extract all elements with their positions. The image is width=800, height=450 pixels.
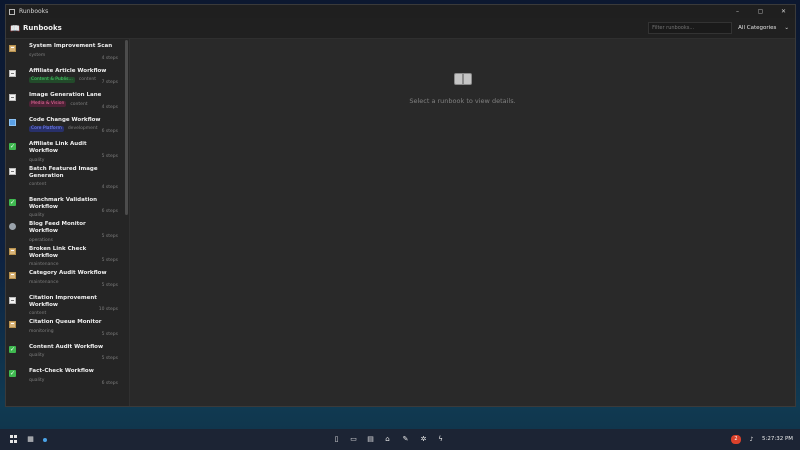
title-bar[interactable]: Runbooks – ▢ ✕ (6, 5, 795, 18)
graduation-cap-icon[interactable]: ⌂ (383, 435, 392, 444)
runbook-steps: 5 steps (101, 356, 118, 361)
notification-badge[interactable]: 2 (731, 435, 741, 444)
checkmark-icon: ✓ (9, 143, 16, 150)
clipboard-icon (9, 45, 16, 52)
runbook-tag: Core Platform (29, 125, 64, 132)
app-header: 📖 Runbooks All Categories ⌄ (6, 18, 795, 39)
runbook-item[interactable]: Affiliate Article Workflow Content & Publ… (6, 64, 129, 89)
runbook-category: content (78, 77, 96, 82)
pencil-icon[interactable]: ✎ (401, 435, 410, 444)
runbook-category: monitoring (29, 328, 54, 334)
runbook-title: Image Generation Lane (29, 92, 102, 98)
runbook-item[interactable]: ✓ Fact-Check Workflow quality 6 steps (6, 364, 129, 389)
runbook-category: content (29, 182, 47, 187)
checkmark-icon: ✓ (9, 198, 16, 206)
memo-icon (9, 69, 16, 77)
file-icon[interactable]: ▤ (366, 435, 375, 444)
runbook-category: maintenance (29, 279, 59, 285)
clipboard-icon (9, 272, 16, 279)
gear-icon[interactable]: ✲ (419, 435, 428, 444)
runbook-title: Content Audit Workflow (29, 343, 104, 350)
filter-input[interactable] (648, 22, 733, 34)
runbook-item[interactable]: Blog Feed Monitor Workflow operations 5 st… (6, 217, 129, 243)
runbook-category: system (29, 52, 46, 58)
close-button[interactable]: ✕ (772, 8, 795, 15)
minimize-button[interactable]: – (726, 8, 749, 15)
runbook-item[interactable]: Citation Queue Monitor monitoring 5 steps (6, 315, 129, 340)
runbook-steps: 7 steps (101, 80, 118, 85)
runbook-steps: 5 steps (101, 282, 118, 288)
detail-pane: Select a runbook to view details. (130, 39, 795, 406)
runbook-title: Category Audit Workflow (29, 270, 107, 276)
runbooks-window: Runbooks – ▢ ✕ 📖 Runbooks All Categories… (5, 4, 796, 407)
window-title: Runbooks (19, 8, 49, 15)
runbook-steps: 5 steps (101, 331, 118, 337)
empty-state-text: Select a runbook to view details. (409, 97, 516, 105)
runbook-tag: Media & Vision (29, 101, 67, 107)
runbook-category: content (70, 101, 88, 107)
lightning-icon[interactable]: ϟ (436, 435, 445, 444)
gear-icon (9, 223, 16, 230)
open-book-icon (453, 73, 472, 87)
runbook-steps: 10 steps (98, 307, 118, 312)
runbook-title: Fact-Check Workflow (29, 368, 94, 374)
runbook-steps: 5 steps (101, 258, 118, 263)
category-select[interactable]: All Categories ⌄ (738, 25, 789, 31)
runbook-steps: 4 steps (101, 104, 118, 110)
page-title: Runbooks (22, 24, 62, 32)
runbook-list[interactable]: System Improvement Scan system 4 steps Affi… (6, 39, 130, 406)
runbook-item[interactable]: System Improvement Scan system 4 steps (6, 39, 129, 64)
book-icon: 📖 (10, 23, 20, 33)
runbook-title: System Improvement Scan (29, 43, 113, 49)
runbook-steps: 6 steps (101, 209, 118, 214)
taskbar: ▦ ▯ ▭ ▤ ⌂ ✎ ✲ ϟ 2 ♪ 5:27:32 PM (0, 429, 800, 450)
runbook-title: Batch Featured Image Generation (29, 165, 98, 179)
memo-icon (9, 167, 16, 175)
widgets-icon[interactable]: ▦ (26, 435, 35, 444)
runbook-item[interactable]: ✓ Benchmark Validation Workflow quality 6 s… (6, 193, 129, 218)
runbook-category: development (67, 126, 98, 131)
runbook-item[interactable]: Category Audit Workflow maintenance 5 step… (6, 266, 129, 291)
clipboard-icon (9, 321, 16, 328)
document-icon[interactable]: ▯ (332, 435, 341, 444)
runbook-item[interactable]: Code Change Workflow Core Platform develop… (6, 113, 129, 138)
memo-icon (9, 296, 16, 304)
runbook-category: quality (29, 353, 45, 358)
runbook-item[interactable]: ✓ Content Audit Workflow quality 5 steps (6, 340, 129, 365)
runbook-item[interactable]: Image Generation Lane Media & Vision conte… (6, 88, 129, 113)
runbook-item[interactable]: Citation Improvement Workflow content 10 s… (6, 291, 129, 316)
runbook-category: quality (29, 377, 45, 383)
start-icon[interactable] (10, 435, 19, 444)
runbook-steps: 4 steps (101, 184, 118, 190)
memo-icon (9, 94, 16, 101)
checkmark-icon: ✓ (9, 370, 16, 377)
maximize-button[interactable]: ▢ (749, 8, 772, 15)
runbook-steps: 6 steps (101, 380, 118, 386)
bell-icon[interactable]: ♪ (747, 435, 756, 444)
runbook-steps: 4 steps (101, 55, 118, 61)
category-select-value: All Categories (738, 25, 777, 31)
runbook-steps: 5 steps (101, 233, 118, 239)
checkmark-icon: ✓ (9, 345, 16, 353)
app-icon (9, 8, 15, 15)
folder-icon[interactable]: ▭ (349, 435, 358, 444)
runbook-title: Affiliate Article Workflow (29, 67, 107, 74)
runbook-item[interactable]: Batch Featured Image Generation content 4 … (6, 162, 129, 193)
runbook-steps: 5 steps (101, 153, 118, 159)
clipboard-icon (9, 247, 16, 255)
status-dot (43, 438, 47, 442)
laptop-icon (9, 118, 16, 126)
runbook-title: Code Change Workflow (29, 116, 101, 123)
runbook-item[interactable]: ✓ Affiliate Link Audit Workflow quality 5 s… (6, 137, 129, 163)
runbook-tag: Content & Publis... (29, 76, 75, 83)
runbook-title: Citation Queue Monitor (29, 319, 102, 325)
clock: 5:27:32 PM (762, 436, 794, 442)
chevron-down-icon: ⌄ (784, 25, 789, 31)
runbook-item[interactable]: Broken Link Check Workflow maintenance 5 s… (6, 242, 129, 267)
runbook-steps: 6 steps (101, 129, 118, 134)
